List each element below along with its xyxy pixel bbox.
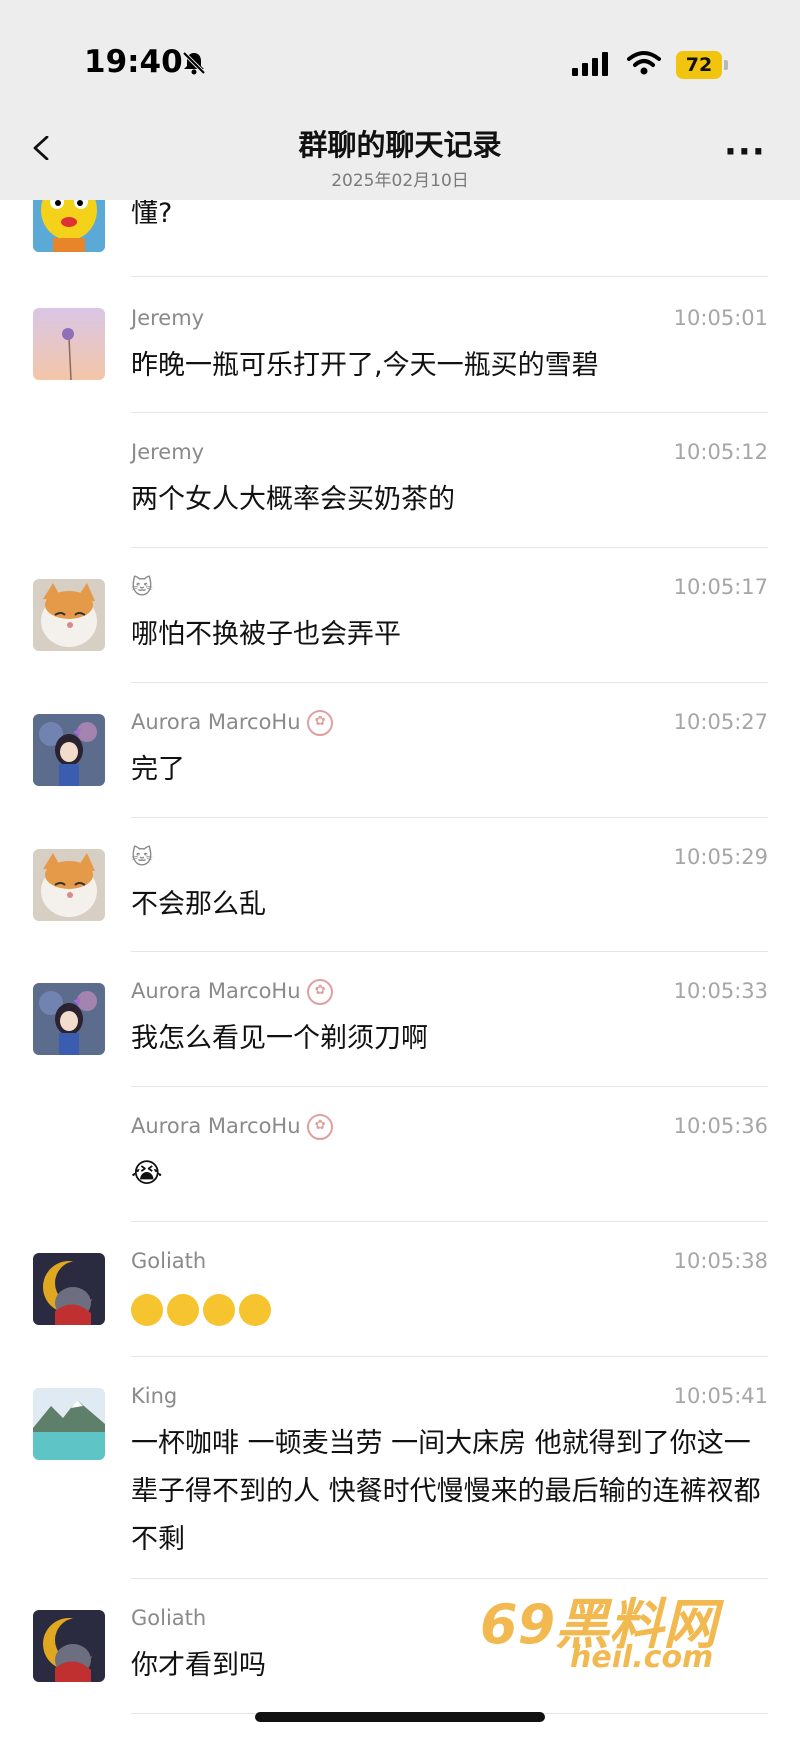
status-time: 19:40 bbox=[84, 44, 183, 80]
avatar[interactable] bbox=[33, 200, 105, 252]
message-time: 10:05:33 bbox=[673, 979, 768, 1003]
message-text: 一杯咖啡 一顿麦当劳 一间大床房 他就得到了你这一辈子得不到的人 快餐时代慢慢来… bbox=[131, 1428, 761, 1555]
message-text: 懂? bbox=[131, 200, 173, 229]
divider bbox=[131, 412, 768, 413]
laughing-emoji-icon bbox=[239, 1293, 271, 1326]
watermark-domain: heil.com bbox=[570, 1640, 714, 1675]
divider bbox=[131, 1578, 768, 1579]
back-arrow-icon[interactable] bbox=[30, 136, 54, 160]
avatar[interactable] bbox=[33, 849, 105, 921]
message-time: 10:05:01 bbox=[673, 306, 768, 330]
sender-name: 🐱 bbox=[131, 845, 153, 869]
sender-name: Jeremy bbox=[131, 440, 205, 464]
divider bbox=[131, 1086, 768, 1087]
avatar[interactable] bbox=[33, 983, 105, 1055]
battery-level: 72 bbox=[676, 51, 722, 79]
avatar[interactable] bbox=[33, 1253, 105, 1325]
message-time: 10:05:12 bbox=[673, 440, 768, 464]
more-options-icon[interactable]: ··· bbox=[724, 135, 766, 169]
message-text: 我怎么看见一个剃须刀啊 bbox=[131, 1023, 428, 1054]
divider bbox=[131, 817, 768, 818]
divider bbox=[131, 1221, 768, 1222]
wifi-icon bbox=[627, 51, 661, 75]
sender-name: Goliath bbox=[131, 1249, 207, 1273]
battery-tip bbox=[724, 60, 728, 70]
page-subtitle-date: 2025年02月10日 bbox=[331, 171, 469, 191]
sender-name: Jeremy bbox=[131, 306, 205, 330]
badge-icon: ✿ bbox=[307, 1114, 334, 1140]
sender-name: King bbox=[131, 1384, 178, 1408]
avatar[interactable] bbox=[33, 1610, 105, 1682]
avatar[interactable] bbox=[33, 579, 105, 651]
message-time: 10:05:29 bbox=[673, 845, 768, 869]
sender-name: 🐱 bbox=[131, 575, 153, 599]
divider bbox=[131, 1356, 768, 1357]
message-time: 10:05:36 bbox=[673, 1114, 768, 1138]
header-title-block: 群聊的聊天记录 2025年02月10日 bbox=[200, 128, 600, 191]
message-emoji-row bbox=[131, 1285, 771, 1333]
message-time: 10:05:38 bbox=[673, 1249, 768, 1273]
divider bbox=[131, 276, 768, 277]
message-text: 昨晚一瓶可乐打开了,今天一瓶买的雪碧 bbox=[131, 350, 599, 381]
badge-icon: ✿ bbox=[307, 979, 334, 1005]
page-title: 群聊的聊天记录 bbox=[298, 128, 502, 162]
message-time: 10:05:17 bbox=[673, 575, 768, 599]
message-text: 哪怕不换被子也会弄平 bbox=[131, 619, 401, 650]
home-indicator[interactable] bbox=[255, 1712, 545, 1722]
message-list[interactable]: 懂? Jeremy 10:05:01 昨晚一瓶可乐打开了,今天一瓶买的雪碧 Je… bbox=[0, 200, 800, 1741]
laughing-emoji-icon bbox=[167, 1293, 199, 1326]
message-text: 两个女人大概率会买奶茶的 bbox=[131, 484, 455, 515]
watermark-logo: 69黑料网 heil.com bbox=[480, 1580, 740, 1680]
top-bar: 19:40 72 群聊的聊天记录 2025年02月10日 ··· bbox=[0, 0, 800, 200]
message-text: 不会那么乱 bbox=[131, 889, 266, 920]
mute-bell-icon bbox=[182, 51, 206, 75]
message-text: 完了 bbox=[131, 754, 185, 785]
sender-name: Aurora MarcoHu ✿ bbox=[131, 1114, 334, 1140]
sender-name: Aurora MarcoHu ✿ bbox=[131, 710, 334, 736]
avatar[interactable] bbox=[33, 714, 105, 786]
laughing-emoji-icon bbox=[203, 1293, 235, 1326]
avatar[interactable] bbox=[33, 1388, 105, 1460]
divider bbox=[131, 682, 768, 683]
badge-icon: ✿ bbox=[307, 710, 334, 736]
laughing-emoji-icon bbox=[131, 1293, 163, 1326]
divider bbox=[131, 547, 768, 548]
sender-name: Aurora MarcoHu ✿ bbox=[131, 979, 334, 1005]
sender-name: Goliath bbox=[131, 1606, 207, 1630]
divider bbox=[131, 951, 768, 952]
avatar[interactable] bbox=[33, 308, 105, 380]
message-time: 10:05:41 bbox=[673, 1384, 768, 1408]
message-time: 10:05:27 bbox=[673, 710, 768, 734]
signal-icon bbox=[572, 52, 608, 76]
message-text: 😭 bbox=[131, 1158, 163, 1189]
